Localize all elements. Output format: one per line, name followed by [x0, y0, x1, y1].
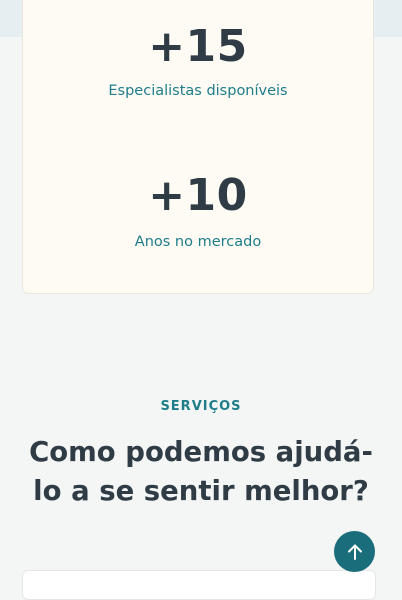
- stat-label-years: Anos no mercado: [134, 234, 262, 250]
- services-eyebrow: SERVIÇOS: [160, 399, 242, 414]
- stat-value-specialists: +15: [148, 21, 248, 72]
- service-card: [22, 570, 376, 600]
- back-to-top-button[interactable]: [334, 531, 375, 572]
- stats-card: +15 Especialistas disponíveis +10 Anos n…: [22, 0, 374, 294]
- stat-label-specialists: Especialistas disponíveis: [108, 83, 288, 99]
- stat-value-years: +10: [148, 170, 248, 221]
- services-title: Como podemos ajudá-lo a se sentir melhor…: [29, 436, 373, 507]
- arrow-up-icon: [347, 544, 362, 560]
